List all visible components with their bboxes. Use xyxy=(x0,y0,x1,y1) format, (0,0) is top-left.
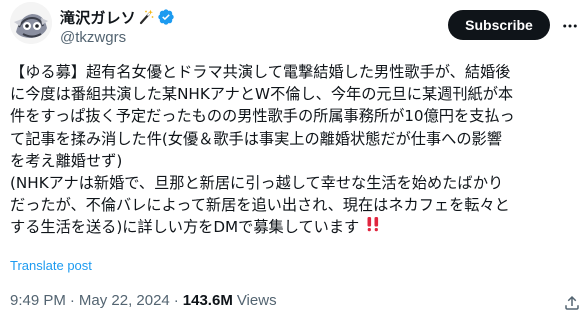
post-text-line: する生活を送る)に詳しい方をDMで募集しています xyxy=(10,218,360,237)
post-text-line: て記事を揉み消した件(女優＆歌手は事実上の離婚状態だが仕事への影響 xyxy=(10,129,502,148)
post-time[interactable]: 9:49 PM xyxy=(10,292,66,309)
share-button[interactable] xyxy=(562,293,582,313)
double-exclamation-icon xyxy=(366,216,380,232)
post-text-line: に今度は番組共演した某NHKアナとW不倫し、今年の元旦に某週刊紙が本 xyxy=(10,85,514,104)
author-handle[interactable]: @tkzwgrs xyxy=(60,29,126,46)
translate-post-link[interactable]: Translate post xyxy=(10,258,92,273)
subscribe-button[interactable]: Subscribe xyxy=(448,10,550,40)
post-text-line: 【ゆる募】超有名女優とドラマ共演して電撃結婚した男性歌手が、結婚後 xyxy=(10,63,511,81)
more-options-button[interactable] xyxy=(560,16,580,36)
post-text-line: 件をすっぱ抜く予定だったものの男性歌手の所属事務所が10億円を支払っ xyxy=(10,107,515,126)
author-display-name[interactable]: 滝沢ガレソ xyxy=(60,7,136,28)
views-label: Views xyxy=(236,292,277,309)
post-text-line: だったが、不倫バレによって新居を追い出され、現在はネカフェを転々と xyxy=(10,196,510,215)
post-meta: 9:49 PM · May 22, 2024 · 143.6M Views xyxy=(10,292,277,309)
post-date[interactable]: May 22, 2024 xyxy=(79,292,170,309)
avatar-illustration-icon xyxy=(10,2,52,44)
verified-badge-icon[interactable] xyxy=(157,8,175,26)
post-text-line: (NHKアナは新婚で、旦那と新居に引っ越して幸せな生活を始めたばかり xyxy=(10,173,504,192)
post-text-line: を考え離婚せず) xyxy=(10,151,123,170)
meta-separator: · xyxy=(69,292,75,309)
post-text-line-last: する生活を送る)に詳しい方をDMで募集しています xyxy=(10,216,582,238)
share-icon xyxy=(565,295,579,310)
avatar[interactable] xyxy=(10,2,52,44)
author-name-row[interactable]: 滝沢ガレソ xyxy=(60,6,175,28)
meta-separator: · xyxy=(173,292,179,309)
magic-wand-icon xyxy=(138,9,154,25)
post-card: 滝沢ガレソ @tkzwgrs Subscribe 【ゆる募】超有名女優とドラマ共… xyxy=(0,0,588,324)
views-count: 143.6M xyxy=(182,292,233,309)
more-horizontal-icon xyxy=(563,24,577,28)
post-text: 【ゆる募】超有名女優とドラマ共演して電撃結婚した男性歌手が、結婚後 に今度は番組… xyxy=(10,61,582,239)
